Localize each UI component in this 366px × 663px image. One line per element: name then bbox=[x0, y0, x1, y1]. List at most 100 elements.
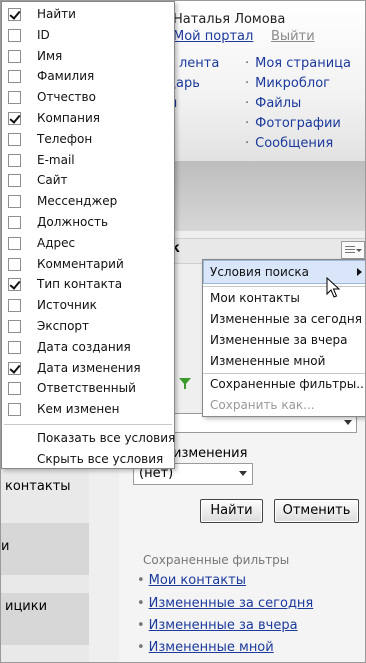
sidebar-block bbox=[1, 523, 89, 575]
condition-checkbox[interactable] bbox=[8, 340, 21, 354]
condition-checkbox[interactable] bbox=[8, 278, 21, 292]
condition-label: Сайт bbox=[37, 173, 68, 188]
condition-item[interactable]: Кем изменен bbox=[2, 401, 174, 421]
condition-label: Тип контакта bbox=[37, 277, 123, 292]
condition-item[interactable]: Ответственный bbox=[2, 380, 174, 400]
chevron-down-icon bbox=[239, 471, 247, 476]
condition-label: Кем изменен bbox=[37, 402, 120, 417]
saved-filter-changed-by-me[interactable]: • Измененные мной bbox=[137, 640, 274, 655]
saved-filter-changed-yesterday[interactable]: • Измененные за вчера bbox=[137, 618, 298, 633]
condition-checkbox[interactable] bbox=[8, 49, 21, 63]
my-portal-link[interactable]: Мой портал bbox=[173, 29, 253, 44]
hide-all-conditions[interactable]: Скрыть все условия bbox=[37, 452, 163, 466]
condition-checkbox[interactable] bbox=[8, 112, 21, 125]
condition-item[interactable]: Дата изменения bbox=[2, 360, 174, 380]
condition-label: Телефон bbox=[37, 131, 93, 146]
nav-item-my-page[interactable]: · Моя страница bbox=[245, 56, 351, 71]
browser-frame: Наталья Ломова Мой портал Выйти я лента … bbox=[0, 0, 366, 663]
condition-label: ID bbox=[37, 27, 50, 42]
condition-checkbox[interactable] bbox=[8, 257, 21, 271]
menu-icon bbox=[345, 246, 355, 247]
condition-checkbox[interactable] bbox=[8, 382, 21, 396]
condition-item[interactable]: Найти bbox=[2, 6, 174, 26]
sidebar-item-fragment[interactable]: и bbox=[1, 539, 9, 554]
nav-item-photos[interactable]: · Фотографии bbox=[245, 116, 341, 131]
condition-item[interactable]: Мессенджер bbox=[2, 193, 174, 213]
condition-item[interactable]: Фамилия bbox=[2, 68, 174, 88]
condition-item[interactable]: Отчество bbox=[2, 89, 174, 109]
nav-item-microblog[interactable]: · Микроблог bbox=[245, 76, 330, 91]
condition-label: Отчество bbox=[37, 90, 96, 105]
menu-item-save-as: Сохранить как... bbox=[210, 398, 315, 412]
condition-label: Дата изменения bbox=[37, 360, 141, 375]
condition-item[interactable]: ID bbox=[2, 27, 174, 47]
condition-checkbox[interactable] bbox=[8, 91, 21, 105]
condition-label: Должность bbox=[37, 215, 109, 229]
condition-checkbox[interactable] bbox=[8, 195, 21, 209]
condition-item[interactable]: Компания bbox=[2, 110, 174, 130]
condition-checkbox[interactable] bbox=[8, 174, 21, 188]
condition-item[interactable]: Комментарий bbox=[2, 256, 174, 276]
condition-checkbox[interactable] bbox=[8, 216, 21, 229]
sidebar-item-contacts[interactable]: контакты bbox=[5, 479, 71, 494]
condition-checkbox[interactable] bbox=[8, 28, 21, 42]
submenu-arrow-icon bbox=[357, 268, 362, 276]
search-conditions-menu: Найти ID Имя Фамилия Отчество Компания Телефон… bbox=[1, 1, 175, 469]
chevron-down-icon bbox=[356, 249, 362, 252]
mouse-cursor-icon bbox=[326, 277, 341, 298]
condition-label: Найти bbox=[37, 7, 76, 21]
condition-label: Источник bbox=[37, 298, 97, 313]
user-name: Наталья Ломова bbox=[173, 12, 286, 27]
saved-filters-header: Сохраненные фильтры bbox=[143, 553, 290, 567]
condition-label: Компания bbox=[37, 111, 100, 125]
condition-checkbox[interactable] bbox=[8, 320, 21, 333]
condition-checkbox[interactable] bbox=[8, 153, 21, 167]
condition-label: Имя bbox=[37, 48, 63, 63]
condition-label: Дата создания bbox=[37, 339, 131, 354]
menu-divider bbox=[4, 424, 172, 425]
condition-item[interactable]: Имя bbox=[2, 48, 174, 68]
condition-item[interactable]: Дата создания bbox=[2, 339, 174, 359]
menu-item-changed-today[interactable]: Измененные за сегодня bbox=[210, 312, 362, 326]
condition-checkbox[interactable] bbox=[8, 403, 21, 417]
condition-item[interactable]: Телефон bbox=[2, 131, 174, 151]
condition-item[interactable]: Тип контакта bbox=[2, 276, 174, 296]
menu-item-changed-by-me[interactable]: Измененные мной bbox=[210, 354, 325, 368]
find-button[interactable]: Найти bbox=[200, 499, 263, 523]
date-changed-label: изменения bbox=[173, 446, 248, 461]
condition-label: E-mail bbox=[37, 152, 75, 167]
condition-label: Комментарий bbox=[37, 256, 124, 271]
menu-item-search-conditions-label: Условия поиска bbox=[210, 265, 310, 279]
saved-filter-changed-today[interactable]: • Измененные за сегодня bbox=[137, 596, 313, 611]
condition-label: Фамилия bbox=[37, 69, 95, 84]
nav-item-messages[interactable]: · Сообщения bbox=[245, 136, 333, 151]
cancel-button[interactable]: Отменить bbox=[274, 499, 359, 523]
show-all-conditions[interactable]: Показать все условия bbox=[37, 431, 175, 445]
menu-item-saved-filters[interactable]: Сохраненные фильтры... bbox=[210, 377, 365, 391]
condition-checkbox[interactable] bbox=[8, 132, 21, 146]
condition-label: Адрес bbox=[37, 235, 76, 250]
logout-link[interactable]: Выйти bbox=[271, 29, 315, 44]
condition-checkbox[interactable] bbox=[8, 361, 21, 375]
condition-checkbox[interactable] bbox=[8, 70, 21, 84]
condition-item[interactable]: Должность bbox=[2, 214, 174, 234]
menu-item-my-contacts[interactable]: Мои контакты bbox=[210, 291, 300, 305]
condition-item[interactable]: Адрес bbox=[2, 235, 174, 255]
menu-item-changed-yesterday[interactable]: Измененные за вчера bbox=[210, 333, 347, 347]
saved-filter-my-contacts[interactable]: • Мои контакты bbox=[137, 573, 246, 588]
menu-divider bbox=[203, 373, 365, 374]
condition-checkbox[interactable] bbox=[8, 8, 21, 21]
chevron-down-icon bbox=[344, 420, 352, 425]
condition-checkbox[interactable] bbox=[8, 299, 21, 313]
condition-item[interactable]: Сайт bbox=[2, 172, 174, 192]
condition-checkbox[interactable] bbox=[8, 236, 21, 250]
filter-menu-button[interactable] bbox=[341, 241, 365, 259]
nav-item-files[interactable]: · Файлы bbox=[245, 96, 301, 111]
condition-item[interactable]: E-mail bbox=[2, 152, 174, 172]
condition-item[interactable]: Экспорт bbox=[2, 318, 174, 338]
condition-label: Ответственный bbox=[37, 381, 136, 396]
sidebar-item-fragment[interactable]: ицики bbox=[5, 599, 47, 614]
filter-icon bbox=[179, 378, 191, 389]
condition-item[interactable]: Источник bbox=[2, 297, 174, 317]
condition-label: Мессенджер bbox=[37, 194, 118, 209]
